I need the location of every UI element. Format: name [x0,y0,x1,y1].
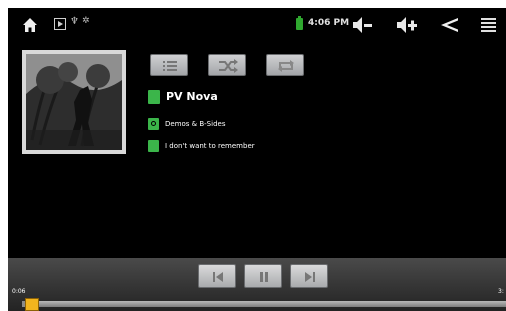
artist-name: PV Nova [166,90,218,103]
elapsed-time: 0:06 [12,288,26,295]
music-player-screen: ♆ ✲ 4:06 PM PV Nova Demos & B-Sides I do… [8,8,506,311]
shuffle-button[interactable] [208,54,246,76]
seek-bar[interactable] [22,301,506,307]
song-icon [148,140,159,152]
home-icon[interactable] [22,17,38,33]
album-name: Demos & B-Sides [165,120,226,128]
previous-icon [213,272,223,282]
list-icon [163,61,177,71]
shuffle-icon [219,59,238,73]
status-clock: 4:06 PM [308,18,350,28]
playlist-button[interactable] [150,54,188,76]
repeat-button[interactable] [266,54,304,76]
total-time: 3: [498,288,504,295]
pause-icon [260,272,268,282]
debug-icon: ✲ [82,16,90,26]
usb-icon: ♆ [70,16,79,27]
seek-thumb[interactable] [24,298,39,311]
repeat-icon [278,60,294,72]
menu-icon[interactable] [478,15,500,35]
song-title: I don't want to remember [165,142,255,150]
volume-up-icon[interactable] [396,15,418,35]
back-icon[interactable] [438,15,460,35]
pause-button[interactable] [244,264,282,288]
playback-panel: 0:06 3: [8,258,506,311]
next-icon [305,272,315,282]
album-art [22,50,126,154]
status-bar: ♆ ✲ 4:06 PM [8,8,506,42]
album-icon [148,118,159,130]
volume-down-icon[interactable] [351,15,373,35]
media-playing-icon [54,18,66,30]
battery-icon [296,16,303,30]
artist-icon [148,90,160,104]
previous-button[interactable] [198,264,236,288]
next-button[interactable] [290,264,328,288]
